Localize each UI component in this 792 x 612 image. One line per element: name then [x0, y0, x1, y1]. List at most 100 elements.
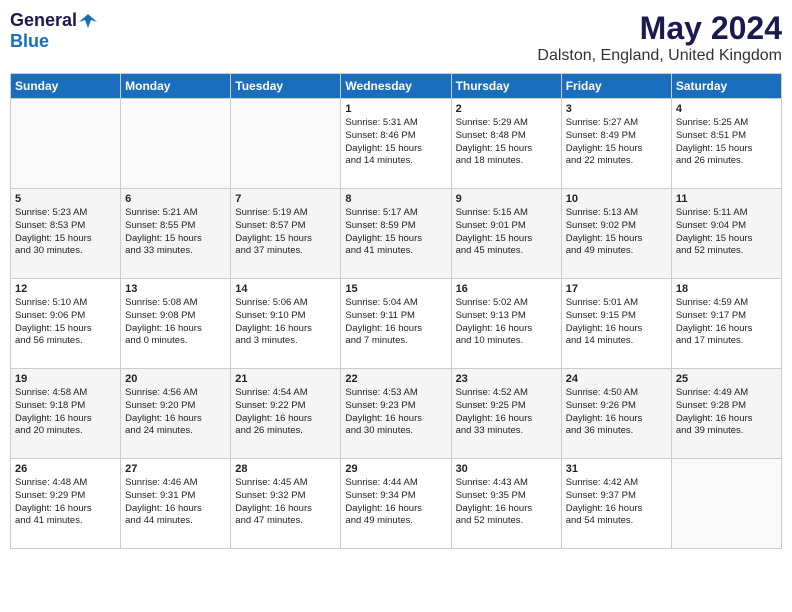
cell-content: Sunrise: 4:44 AM Sunset: 9:34 PM Dayligh… [345, 477, 446, 528]
calendar-cell [231, 99, 341, 189]
logo-bird-icon [79, 12, 97, 30]
logo: General Blue [10, 10, 97, 52]
month-title: May 2024 [537, 10, 782, 47]
header-cell-thursday: Thursday [451, 74, 561, 99]
cell-content: Sunrise: 5:23 AM Sunset: 8:53 PM Dayligh… [15, 207, 116, 258]
calendar-cell: 26 Sunrise: 4:48 AM Sunset: 9:29 PM Dayli… [11, 459, 121, 549]
calendar-cell: 23 Sunrise: 4:52 AM Sunset: 9:25 PM Dayli… [451, 369, 561, 459]
calendar-cell: 25Sunrise: 4:49 AM Sunset: 9:28 PM Dayli… [671, 369, 781, 459]
calendar-cell: 7Sunrise: 5:19 AM Sunset: 8:57 PM Daylig… [231, 189, 341, 279]
cell-content: Sunrise: 5:11 AM Sunset: 9:04 PM Dayligh… [676, 207, 777, 258]
cell-content: Sunrise: 5:01 AM Sunset: 9:15 PM Dayligh… [566, 297, 667, 348]
week-row-3: 12 Sunrise: 5:10 AM Sunset: 9:06 PM Dayli… [11, 279, 782, 369]
day-number: 22 [345, 373, 446, 385]
cell-content: Sunrise: 5:31 AM Sunset: 8:46 PM Dayligh… [345, 117, 446, 168]
calendar-cell [121, 99, 231, 189]
calendar-cell: 12 Sunrise: 5:10 AM Sunset: 9:06 PM Dayli… [11, 279, 121, 369]
location-title: Dalston, England, United Kingdom [537, 47, 782, 65]
day-number: 21 [235, 373, 336, 385]
calendar-cell: 1 Sunrise: 5:31 AM Sunset: 8:46 PM Daylig… [341, 99, 451, 189]
week-row-1: 1 Sunrise: 5:31 AM Sunset: 8:46 PM Daylig… [11, 99, 782, 189]
calendar-cell: 11Sunrise: 5:11 AM Sunset: 9:04 PM Dayli… [671, 189, 781, 279]
calendar-cell: 4 Sunrise: 5:25 AM Sunset: 8:51 PM Daylig… [671, 99, 781, 189]
day-number: 19 [15, 373, 116, 385]
header-cell-sunday: Sunday [11, 74, 121, 99]
cell-content: Sunrise: 5:27 AM Sunset: 8:49 PM Dayligh… [566, 117, 667, 168]
calendar-cell: 24Sunrise: 4:50 AM Sunset: 9:26 PM Dayli… [561, 369, 671, 459]
cell-content: Sunrise: 4:54 AM Sunset: 9:22 PM Dayligh… [235, 387, 336, 438]
day-number: 6 [125, 193, 226, 205]
cell-content: Sunrise: 5:29 AM Sunset: 8:48 PM Dayligh… [456, 117, 557, 168]
cell-content: Sunrise: 5:10 AM Sunset: 9:06 PM Dayligh… [15, 297, 116, 348]
calendar-cell: 29 Sunrise: 4:44 AM Sunset: 9:34 PM Dayli… [341, 459, 451, 549]
calendar-cell: 5 Sunrise: 5:23 AM Sunset: 8:53 PM Daylig… [11, 189, 121, 279]
cell-content: Sunrise: 5:08 AM Sunset: 9:08 PM Dayligh… [125, 297, 226, 348]
calendar-cell: 2 Sunrise: 5:29 AM Sunset: 8:48 PM Daylig… [451, 99, 561, 189]
header: General Blue May 2024 Dalston, England, … [10, 10, 782, 65]
cell-content: Sunrise: 4:56 AM Sunset: 9:20 PM Dayligh… [125, 387, 226, 438]
header-row: SundayMondayTuesdayWednesdayThursdayFrid… [11, 74, 782, 99]
calendar-cell: 16 Sunrise: 5:02 AM Sunset: 9:13 PM Dayli… [451, 279, 561, 369]
cell-content: Sunrise: 4:48 AM Sunset: 9:29 PM Dayligh… [15, 477, 116, 528]
cell-content: Sunrise: 5:25 AM Sunset: 8:51 PM Dayligh… [676, 117, 777, 168]
week-row-5: 26 Sunrise: 4:48 AM Sunset: 9:29 PM Dayli… [11, 459, 782, 549]
day-number: 4 [676, 103, 777, 115]
calendar-cell: 18Sunrise: 4:59 AM Sunset: 9:17 PM Dayli… [671, 279, 781, 369]
calendar-cell [11, 99, 121, 189]
day-number: 2 [456, 103, 557, 115]
day-number: 26 [15, 463, 116, 475]
calendar-cell: 30 Sunrise: 4:43 AM Sunset: 9:35 PM Dayli… [451, 459, 561, 549]
day-number: 28 [235, 463, 336, 475]
calendar-cell: 19 Sunrise: 4:58 AM Sunset: 9:18 PM Dayli… [11, 369, 121, 459]
header-cell-saturday: Saturday [671, 74, 781, 99]
header-cell-tuesday: Tuesday [231, 74, 341, 99]
week-row-4: 19 Sunrise: 4:58 AM Sunset: 9:18 PM Dayli… [11, 369, 782, 459]
day-number: 17 [566, 283, 667, 295]
day-number: 29 [345, 463, 446, 475]
calendar-cell: 3 Sunrise: 5:27 AM Sunset: 8:49 PM Daylig… [561, 99, 671, 189]
day-number: 13 [125, 283, 226, 295]
calendar-cell: 9Sunrise: 5:15 AM Sunset: 9:01 PM Daylig… [451, 189, 561, 279]
cell-content: Sunrise: 4:58 AM Sunset: 9:18 PM Dayligh… [15, 387, 116, 438]
cell-content: Sunrise: 4:53 AM Sunset: 9:23 PM Dayligh… [345, 387, 446, 438]
cell-content: Sunrise: 5:17 AM Sunset: 8:59 PM Dayligh… [345, 207, 446, 258]
day-number: 15 [345, 283, 446, 295]
calendar-cell: 20Sunrise: 4:56 AM Sunset: 9:20 PM Dayli… [121, 369, 231, 459]
day-number: 1 [345, 103, 446, 115]
cell-content: Sunrise: 4:42 AM Sunset: 9:37 PM Dayligh… [566, 477, 667, 528]
cell-content: Sunrise: 4:43 AM Sunset: 9:35 PM Dayligh… [456, 477, 557, 528]
day-number: 10 [566, 193, 667, 205]
logo-blue: Blue [10, 31, 49, 51]
day-number: 7 [235, 193, 336, 205]
day-number: 3 [566, 103, 667, 115]
calendar-cell: 15 Sunrise: 5:04 AM Sunset: 9:11 PM Dayli… [341, 279, 451, 369]
cell-content: Sunrise: 4:52 AM Sunset: 9:25 PM Dayligh… [456, 387, 557, 438]
day-number: 30 [456, 463, 557, 475]
header-cell-monday: Monday [121, 74, 231, 99]
day-number: 27 [125, 463, 226, 475]
calendar-cell: 28Sunrise: 4:45 AM Sunset: 9:32 PM Dayli… [231, 459, 341, 549]
logo-general: General [10, 10, 77, 31]
cell-content: Sunrise: 4:59 AM Sunset: 9:17 PM Dayligh… [676, 297, 777, 348]
cell-content: Sunrise: 4:46 AM Sunset: 9:31 PM Dayligh… [125, 477, 226, 528]
day-number: 16 [456, 283, 557, 295]
header-cell-wednesday: Wednesday [341, 74, 451, 99]
day-number: 23 [456, 373, 557, 385]
calendar-cell: 13 Sunrise: 5:08 AM Sunset: 9:08 PM Dayli… [121, 279, 231, 369]
cell-content: Sunrise: 5:13 AM Sunset: 9:02 PM Dayligh… [566, 207, 667, 258]
cell-content: Sunrise: 5:04 AM Sunset: 9:11 PM Dayligh… [345, 297, 446, 348]
day-number: 8 [345, 193, 446, 205]
calendar-cell: 27 Sunrise: 4:46 AM Sunset: 9:31 PM Dayli… [121, 459, 231, 549]
cell-content: Sunrise: 4:49 AM Sunset: 9:28 PM Dayligh… [676, 387, 777, 438]
day-number: 14 [235, 283, 336, 295]
cell-content: Sunrise: 5:06 AM Sunset: 9:10 PM Dayligh… [235, 297, 336, 348]
calendar-cell: 21 Sunrise: 4:54 AM Sunset: 9:22 PM Dayli… [231, 369, 341, 459]
calendar-cell: 8 Sunrise: 5:17 AM Sunset: 8:59 PM Daylig… [341, 189, 451, 279]
day-number: 5 [15, 193, 116, 205]
day-number: 12 [15, 283, 116, 295]
calendar-cell: 14 Sunrise: 5:06 AM Sunset: 9:10 PM Dayli… [231, 279, 341, 369]
day-number: 9 [456, 193, 557, 205]
day-number: 31 [566, 463, 667, 475]
cell-content: Sunrise: 5:02 AM Sunset: 9:13 PM Dayligh… [456, 297, 557, 348]
calendar-cell: 31 Sunrise: 4:42 AM Sunset: 9:37 PM Dayli… [561, 459, 671, 549]
